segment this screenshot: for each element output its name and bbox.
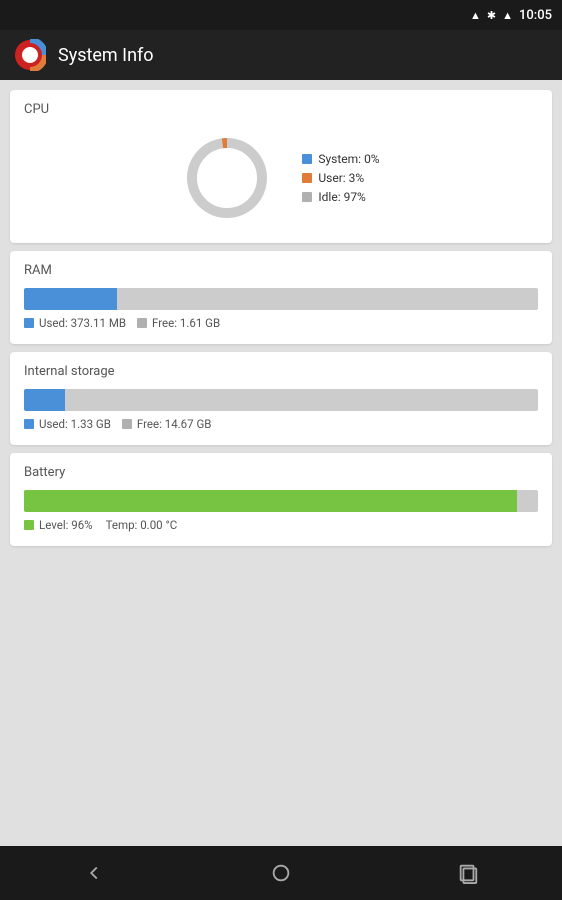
bluetooth-icon: ✱ <box>487 9 496 22</box>
storage-free-dot <box>122 419 132 429</box>
battery-temp-label: Temp: 0.00 °C <box>106 518 178 532</box>
cpu-legend-system: System: 0% <box>302 152 379 166</box>
cpu-legend-idle: Idle: 97% <box>302 190 379 204</box>
cpu-legend: System: 0% User: 3% Idle: 97% <box>302 152 379 204</box>
ram-bar-container <box>24 288 538 310</box>
user-label: User: 3% <box>318 171 364 185</box>
user-dot <box>302 173 312 183</box>
storage-free-label: Free: 14.67 GB <box>137 417 212 431</box>
storage-legend: Used: 1.33 GB Free: 14.67 GB <box>24 417 538 431</box>
status-bar: ▲ ✱ ▲ 10:05 <box>0 0 562 30</box>
idle-label: Idle: 97% <box>318 190 365 204</box>
main-content: CPU System: 0% User: <box>0 80 562 556</box>
storage-used-label: Used: 1.33 GB <box>39 417 111 431</box>
ram-free-dot <box>137 318 147 328</box>
battery-level-label: Level: 96% <box>39 518 93 532</box>
ram-bar-fill <box>24 288 117 310</box>
battery-card: Battery Level: 96% Temp: 0.00 °C <box>10 453 552 546</box>
signal-icon: ▲ <box>470 9 481 22</box>
app-title: System Info <box>58 45 154 66</box>
recents-button[interactable] <box>443 848 493 898</box>
battery-bar-container <box>24 490 538 512</box>
storage-bar-container <box>24 389 538 411</box>
ram-card: RAM Used: 373.11 MB Free: 1.61 GB <box>10 251 552 344</box>
cpu-title: CPU <box>24 102 538 117</box>
cpu-donut <box>182 133 272 223</box>
battery-level-dot <box>24 520 34 530</box>
bottom-nav <box>0 846 562 900</box>
storage-bar-fill <box>24 389 65 411</box>
ram-title: RAM <box>24 263 538 278</box>
system-dot <box>302 154 312 164</box>
idle-dot <box>302 192 312 202</box>
home-button[interactable] <box>256 848 306 898</box>
ram-used-dot <box>24 318 34 328</box>
system-label: System: 0% <box>318 152 379 166</box>
ram-free-label: Free: 1.61 GB <box>152 316 220 330</box>
status-time: 10:05 <box>519 8 552 23</box>
cpu-card: CPU System: 0% User: <box>10 90 552 243</box>
storage-used-dot <box>24 419 34 429</box>
cpu-content: System: 0% User: 3% Idle: 97% <box>24 127 538 229</box>
battery-bar-fill <box>24 490 517 512</box>
ram-legend: Used: 373.11 MB Free: 1.61 GB <box>24 316 538 330</box>
battery-legend: Level: 96% Temp: 0.00 °C <box>24 518 538 532</box>
app-logo <box>14 39 46 71</box>
storage-card: Internal storage Used: 1.33 GB Free: 14.… <box>10 352 552 445</box>
wifi-icon: ▲ <box>502 9 513 22</box>
battery-title: Battery <box>24 465 538 480</box>
back-button[interactable] <box>69 848 119 898</box>
storage-title: Internal storage <box>24 364 538 379</box>
cpu-legend-user: User: 3% <box>302 171 379 185</box>
ram-used-label: Used: 373.11 MB <box>39 316 126 330</box>
app-bar: System Info <box>0 30 562 80</box>
